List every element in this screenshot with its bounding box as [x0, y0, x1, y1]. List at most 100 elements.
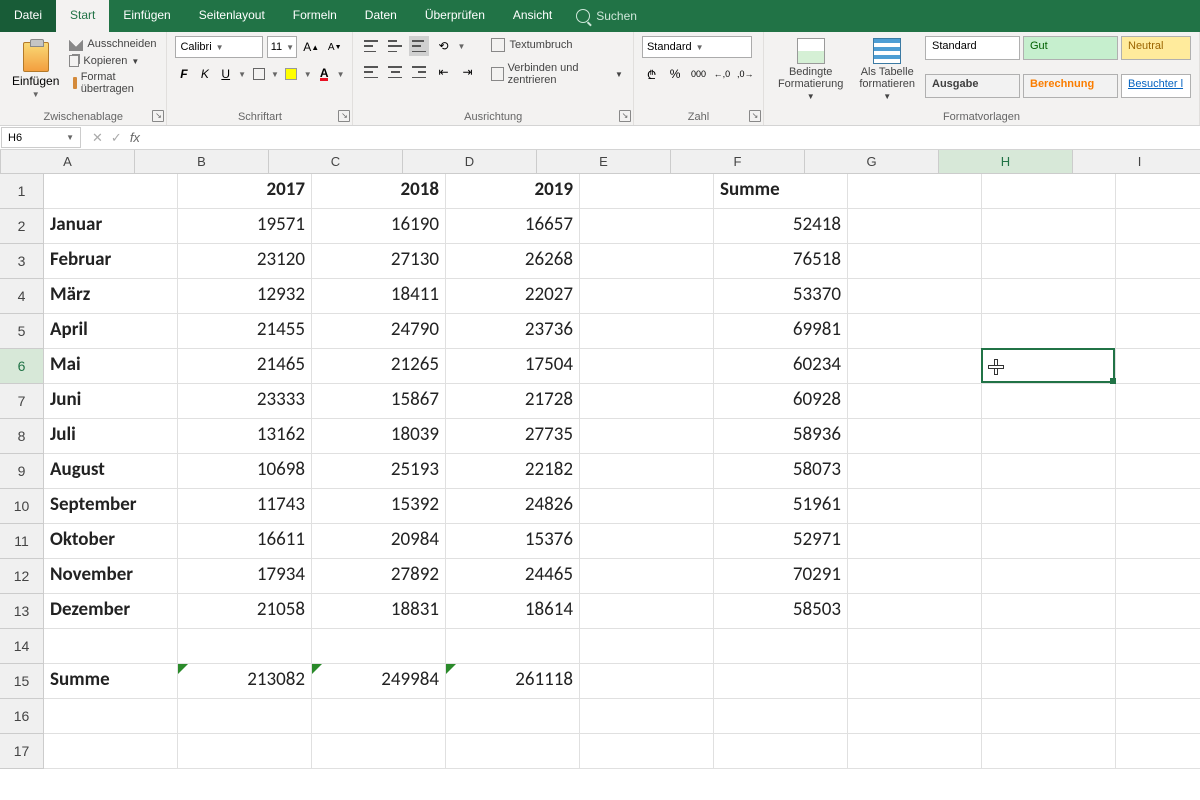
borders-button[interactable]	[250, 64, 267, 84]
cell[interactable]	[848, 664, 982, 699]
cell[interactable]	[44, 174, 178, 209]
cell[interactable]: 19571	[178, 209, 312, 244]
decrease-decimal-button[interactable]: ,0→	[736, 64, 755, 84]
paste-button[interactable]: Einfügen ▼	[8, 36, 63, 109]
cell[interactable]: 15392	[312, 489, 446, 524]
align-center-button[interactable]	[385, 62, 405, 82]
cell-style-link[interactable]: Besuchter l	[1121, 74, 1191, 98]
cell[interactable]	[1116, 594, 1200, 629]
cell[interactable]	[982, 244, 1116, 279]
cell[interactable]: 21465	[178, 349, 312, 384]
cell[interactable]: 249984	[312, 664, 446, 699]
row-header-12[interactable]: 12	[0, 559, 44, 594]
cell[interactable]: 17504	[446, 349, 580, 384]
cell[interactable]	[1116, 349, 1200, 384]
cell[interactable]: September	[44, 489, 178, 524]
cell[interactable]: Summe	[714, 174, 848, 209]
accept-formula-icon[interactable]: ✓	[111, 130, 122, 146]
merge-center-button[interactable]: Verbinden und zentrieren ▼	[489, 60, 624, 88]
cell[interactable]: 22027	[446, 279, 580, 314]
cell[interactable]: 21265	[312, 349, 446, 384]
cell[interactable]: 52418	[714, 209, 848, 244]
formula-input[interactable]	[150, 126, 1200, 149]
cell[interactable]: Januar	[44, 209, 178, 244]
row-header-14[interactable]: 14	[0, 629, 44, 664]
cell-style-gut[interactable]: Gut	[1023, 36, 1118, 60]
tab-insert[interactable]: Einfügen	[109, 0, 184, 32]
number-format-dropdown[interactable]: Standard▼	[642, 36, 752, 58]
cell[interactable]	[178, 629, 312, 664]
cell[interactable]: November	[44, 559, 178, 594]
cell[interactable]	[848, 419, 982, 454]
cell[interactable]	[446, 734, 580, 769]
cell[interactable]: Summe	[44, 664, 178, 699]
cell[interactable]: 58503	[714, 594, 848, 629]
cell[interactable]	[982, 664, 1116, 699]
cell[interactable]	[848, 349, 982, 384]
row-header-8[interactable]: 8	[0, 419, 44, 454]
cell[interactable]: 69981	[714, 314, 848, 349]
align-top-button[interactable]	[361, 36, 381, 56]
cell[interactable]: 21728	[446, 384, 580, 419]
align-right-button[interactable]	[409, 62, 429, 82]
cell[interactable]	[580, 524, 714, 559]
cell[interactable]	[982, 699, 1116, 734]
cell[interactable]	[848, 314, 982, 349]
copy-button[interactable]: Kopieren ▼	[67, 54, 158, 68]
cell[interactable]: 16611	[178, 524, 312, 559]
cell[interactable]: 2019	[446, 174, 580, 209]
cell[interactable]	[580, 664, 714, 699]
cell[interactable]	[982, 594, 1116, 629]
cell[interactable]	[982, 384, 1116, 419]
clipboard-dialog-launcher[interactable]: ↘	[152, 110, 164, 122]
cell[interactable]	[1116, 384, 1200, 419]
cell[interactable]	[580, 559, 714, 594]
cell[interactable]	[312, 629, 446, 664]
cell[interactable]: 16190	[312, 209, 446, 244]
cell[interactable]: Juni	[44, 384, 178, 419]
tab-review[interactable]: Überprüfen	[411, 0, 499, 32]
cell[interactable]	[580, 629, 714, 664]
cell[interactable]	[1116, 419, 1200, 454]
column-header-F[interactable]: F	[671, 150, 805, 174]
cell[interactable]: 213082	[178, 664, 312, 699]
cell[interactable]	[848, 384, 982, 419]
cell[interactable]: 15376	[446, 524, 580, 559]
conditional-formatting-button[interactable]: Bedingte Formatierung▼	[772, 36, 849, 109]
cell[interactable]	[982, 314, 1116, 349]
tab-start[interactable]: Start	[56, 0, 109, 32]
cell[interactable]: Februar	[44, 244, 178, 279]
row-header-16[interactable]: 16	[0, 699, 44, 734]
cell[interactable]	[446, 699, 580, 734]
bold-button[interactable]: F	[175, 64, 192, 84]
cell[interactable]	[848, 699, 982, 734]
cell[interactable]	[1116, 454, 1200, 489]
accounting-format-button[interactable]: ₾	[642, 64, 661, 84]
cell[interactable]	[580, 699, 714, 734]
select-all-corner[interactable]	[0, 150, 1, 174]
row-header-15[interactable]: 15	[0, 664, 44, 699]
cell[interactable]	[1116, 734, 1200, 769]
cell[interactable]	[982, 734, 1116, 769]
cell[interactable]: 18411	[312, 279, 446, 314]
cell[interactable]	[580, 349, 714, 384]
cell[interactable]	[1116, 279, 1200, 314]
cell[interactable]	[178, 734, 312, 769]
cell[interactable]	[580, 594, 714, 629]
tab-formulas[interactable]: Formeln	[279, 0, 351, 32]
cell[interactable]	[580, 279, 714, 314]
cell[interactable]	[714, 629, 848, 664]
cell[interactable]: Mai	[44, 349, 178, 384]
fx-icon[interactable]: fx	[130, 130, 140, 145]
cell[interactable]: 58936	[714, 419, 848, 454]
fill-color-button[interactable]	[283, 64, 300, 84]
column-header-E[interactable]: E	[537, 150, 671, 174]
cell[interactable]: 16657	[446, 209, 580, 244]
cell[interactable]	[580, 174, 714, 209]
cell[interactable]	[982, 559, 1116, 594]
cell[interactable]	[580, 419, 714, 454]
cell[interactable]: 23333	[178, 384, 312, 419]
align-bottom-button[interactable]	[409, 36, 429, 56]
alignment-dialog-launcher[interactable]: ↘	[619, 110, 631, 122]
cell[interactable]: August	[44, 454, 178, 489]
